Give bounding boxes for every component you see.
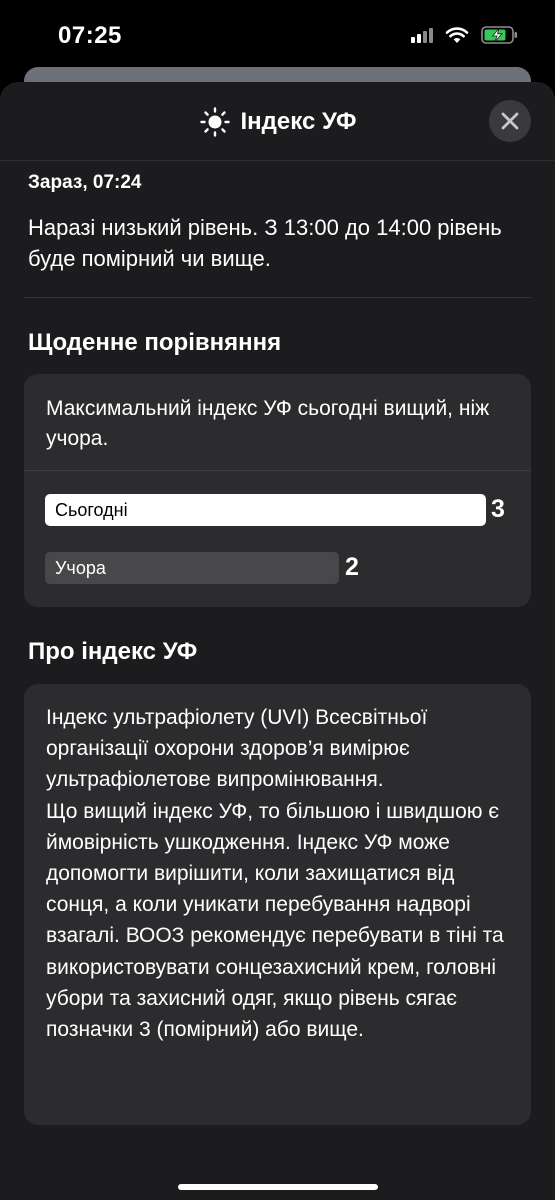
card-divider: [24, 470, 531, 471]
cellular-signal-icon: [411, 27, 433, 43]
comparison-summary: Максимальний індекс УФ сьогодні вищий, н…: [46, 397, 490, 450]
current-uv-description: Наразі низький рівень. З 13:00 до 14:00 …: [28, 215, 502, 271]
battery-charging-icon: [481, 26, 517, 44]
yesterday-bar-label: Учора: [55, 557, 106, 578]
home-indicator[interactable]: [178, 1184, 378, 1190]
today-bar-label: Сьогодні: [55, 499, 128, 520]
status-bar: 07:25: [0, 0, 555, 70]
screen: 07:25 Індекс УФ Зараз, 07:24 Наразі низь…: [0, 0, 555, 1200]
wifi-icon: [445, 27, 469, 43]
sheet-title-group: Індекс УФ: [0, 106, 555, 138]
status-icons: [411, 25, 519, 45]
today-value: 3: [491, 495, 505, 523]
uv-index-sheet: Індекс УФ Зараз, 07:24 Наразі низький рі…: [0, 82, 555, 1200]
sheet-title: Індекс УФ: [240, 108, 357, 135]
about-uv-title: Про індекс УФ: [28, 638, 198, 665]
daily-comparison-title: Щоденне порівняння: [28, 329, 282, 356]
daily-comparison-card: Максимальний індекс УФ сьогодні вищий, н…: [24, 374, 531, 607]
yesterday-bar: Учора: [45, 552, 339, 584]
yesterday-value: 2: [345, 553, 359, 581]
status-time: 07:25: [58, 22, 122, 49]
about-uv-text: Індекс ультрафіолету (UVI) Всесвітньої о…: [46, 706, 504, 1042]
sheet-header: Індекс УФ: [0, 82, 555, 161]
today-bar: Сьогодні: [45, 494, 486, 526]
current-time-label: Зараз, 07:24: [28, 172, 142, 193]
sun-icon: [199, 107, 230, 137]
section-divider: [24, 297, 531, 298]
about-uv-card: Індекс ультрафіолету (UVI) Всесвітньої о…: [24, 684, 531, 1125]
close-icon: [501, 112, 519, 130]
close-button[interactable]: [489, 100, 531, 142]
